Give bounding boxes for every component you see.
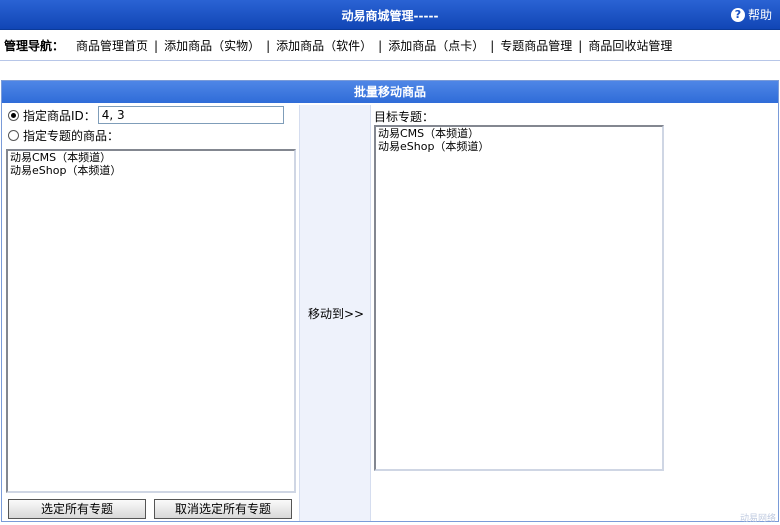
page-title: 动易商城管理----- <box>341 9 439 23</box>
target-special-list[interactable]: 动易CMS（本频道） 动易eShop（本频道） <box>374 125 664 471</box>
watermark: 动易网络 <box>739 514 776 524</box>
nav-link-add-physical[interactable]: 添加商品（实物） <box>164 37 260 54</box>
nav-link-add-software[interactable]: 添加商品（软件） <box>276 37 372 54</box>
product-id-input[interactable] <box>97 106 284 124</box>
help-label: 帮助 <box>747 8 772 22</box>
panel-title: 批量移动商品 <box>2 81 778 103</box>
select-all-button[interactable]: 选定所有专题 <box>8 499 146 519</box>
batch-move-panel: 批量移动商品 指定商品ID： 指定专题的商品： 动易CMS（本频道） 动易eSh… <box>1 80 779 522</box>
source-column: 指定商品ID： 指定专题的商品： 动易CMS（本频道） 动易eShop（本频道）… <box>4 105 298 521</box>
list-item[interactable]: 动易CMS（本频道） <box>376 127 662 140</box>
target-column: 目标专题： 动易CMS（本频道） 动易eShop（本频道） <box>372 105 778 521</box>
radio-by-special-label: 指定专题的商品： <box>23 128 120 143</box>
nav-link-special-products[interactable]: 专题商品管理 <box>500 37 572 54</box>
target-special-label: 目标专题： <box>374 110 435 124</box>
nav-label: 管理导航： <box>4 39 65 53</box>
radio-row-by-special: 指定专题的商品： <box>4 125 298 145</box>
cancel-select-all-button[interactable]: 取消选定所有专题 <box>154 499 292 519</box>
source-special-list[interactable]: 动易CMS（本频道） 动易eShop（本频道） <box>6 149 296 493</box>
nav-separator: | <box>578 38 583 53</box>
list-item[interactable]: 动易eShop（本频道） <box>8 164 294 177</box>
management-nav: 管理导航： 商品管理首页 | 添加商品（实物） | 添加商品（软件） | 添加商… <box>0 31 780 61</box>
list-item[interactable]: 动易CMS（本频道） <box>8 151 294 164</box>
radio-by-id[interactable] <box>8 109 19 121</box>
radio-by-id-label: 指定商品ID： <box>23 108 96 123</box>
move-column: 移动到>> <box>299 105 371 521</box>
nav-link-recycle-bin[interactable]: 商品回收站管理 <box>588 37 672 54</box>
help-icon: ? <box>730 7 745 22</box>
nav-link-product-home[interactable]: 商品管理首页 <box>76 37 148 54</box>
radio-row-by-id: 指定商品ID： <box>4 105 298 125</box>
radio-by-special[interactable] <box>8 129 19 141</box>
top-bar: 动易商城管理----- ? 帮助 <box>0 0 780 30</box>
nav-separator: | <box>154 38 159 53</box>
help-button[interactable]: ? 帮助 <box>730 6 772 23</box>
move-to-button[interactable]: 移动到>> <box>300 305 372 322</box>
nav-link-add-card[interactable]: 添加商品（点卡） <box>388 37 484 54</box>
nav-separator: | <box>378 38 383 53</box>
nav-separator: | <box>490 38 495 53</box>
nav-separator: | <box>266 38 271 53</box>
list-item[interactable]: 动易eShop（本频道） <box>376 140 662 153</box>
